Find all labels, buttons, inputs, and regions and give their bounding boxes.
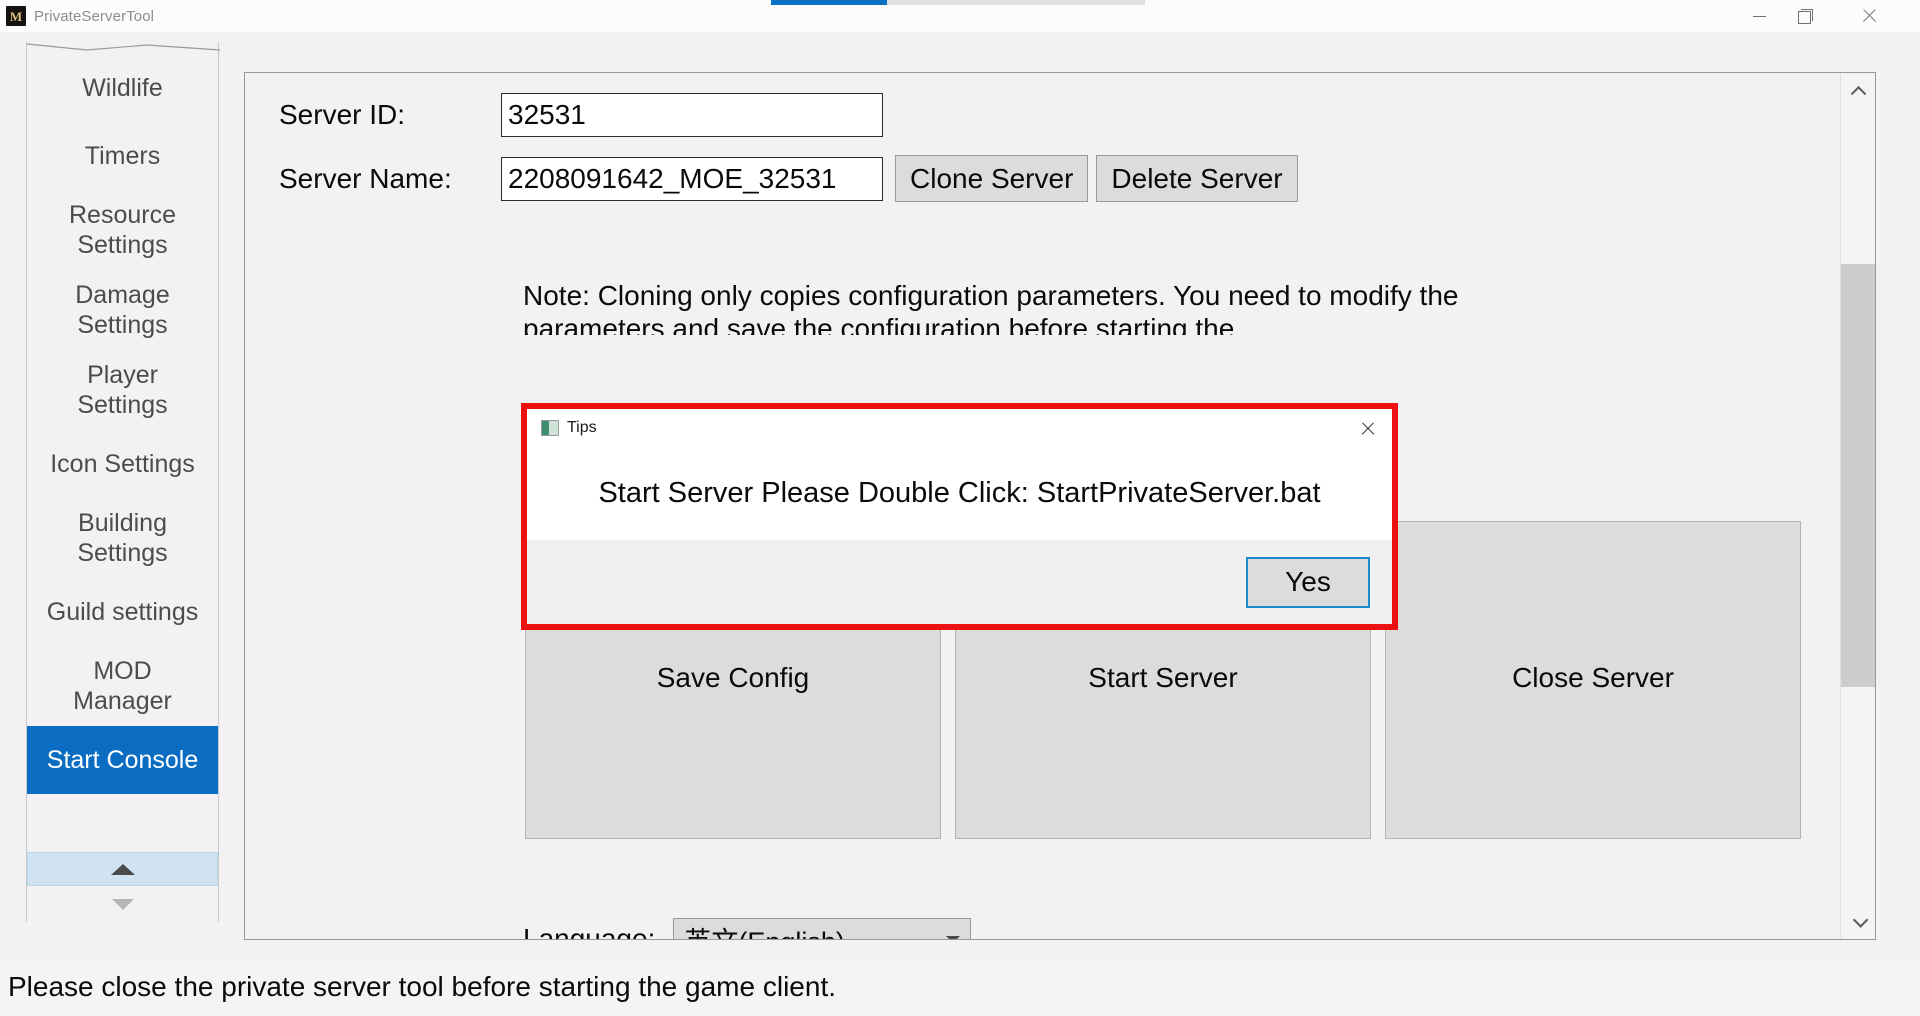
title-bar: M PrivateServerTool — [0, 0, 1920, 32]
delete-server-button[interactable]: Delete Server — [1096, 155, 1298, 202]
sidebar-item-icon-settings[interactable]: Icon Settings — [27, 430, 218, 498]
sidebar-top-edge — [27, 43, 220, 51]
sidebar-item-list: Wildlife Timers Resource Settings Damage Se… — [27, 54, 218, 884]
content-vertical-scrollbar[interactable] — [1840, 74, 1875, 938]
sidebar-item-timers[interactable]: Timers — [27, 122, 218, 190]
sidebar-item-player-settings[interactable]: Player Settings — [27, 350, 218, 430]
top-progress-fill — [771, 0, 887, 5]
language-row: Language: 英文(English) — [523, 918, 972, 940]
sidebar-item-wildlife[interactable]: Wildlife — [27, 54, 218, 122]
dialog-title-bar: Tips — [527, 409, 1392, 447]
tips-dialog: Tips Start Server Please Double Click: S… — [521, 403, 1398, 630]
server-id-label: Server ID: — [279, 99, 406, 130]
sidebar-item-label: Building Settings — [77, 508, 168, 568]
app-logo-icon: M — [6, 6, 26, 26]
close-server-button[interactable]: Close Server — [1385, 521, 1801, 839]
triangle-up-icon — [110, 863, 135, 875]
maximize-button[interactable] — [1782, 0, 1828, 32]
sidebar-item-label: Resource Settings — [69, 200, 176, 260]
sidebar-scroll-up-button[interactable] — [27, 852, 218, 886]
maximize-icon — [1797, 8, 1813, 24]
chevron-down-icon — [1852, 911, 1868, 928]
sidebar: Wildlife Timers Resource Settings Damage Se… — [26, 42, 220, 922]
scroll-down-button[interactable] — [1841, 908, 1875, 938]
server-name-label: Server Name: — [279, 162, 452, 194]
close-icon — [1861, 8, 1877, 24]
clone-server-button[interactable]: Clone Server — [895, 155, 1089, 202]
status-bar: Please close the private server tool bef… — [0, 958, 1920, 1016]
dialog-body: Start Server Please Double Click: StartP… — [527, 447, 1392, 540]
minimize-button[interactable] — [1736, 0, 1782, 32]
sidebar-item-damage-settings[interactable]: Damage Settings — [27, 270, 218, 350]
sidebar-item-start-console[interactable]: Start Console — [27, 726, 218, 794]
dialog-message: Start Server Please Double Click: StartP… — [598, 477, 1321, 509]
sidebar-item-label: Start Console — [46, 745, 199, 774]
server-name-row: Server Name: 2208091642_MOE_32531 Clone … — [279, 155, 1298, 202]
chevron-up-icon — [1850, 85, 1866, 102]
sidebar-item-mod-manager[interactable]: MOD Manager — [27, 646, 218, 726]
status-bar-text: Please close the private server tool bef… — [8, 971, 836, 1002]
language-selected-value: 英文(English) — [684, 920, 845, 940]
sidebar-item-label: Wildlife — [82, 73, 163, 102]
window-body: Wildlife Timers Resource Settings Damage Se… — [0, 32, 1920, 958]
language-label: Language: — [523, 923, 656, 939]
close-window-button[interactable] — [1846, 0, 1892, 32]
server-id-row: Server ID: 32531 — [279, 93, 883, 137]
sidebar-item-label: Icon Settings — [50, 449, 195, 478]
sidebar-item-label: Guild settings — [46, 597, 199, 626]
sidebar-item-label: Player Settings — [77, 360, 168, 420]
sidebar-item-guild-settings[interactable]: Guild settings — [27, 578, 218, 646]
triangle-down-icon — [111, 898, 134, 910]
sidebar-item-resource-settings[interactable]: Resource Settings — [27, 190, 218, 270]
dialog-title: Tips — [567, 419, 597, 436]
dialog-footer: Yes — [527, 540, 1392, 624]
app-title: PrivateServerTool — [34, 7, 155, 25]
chevron-down-icon — [946, 935, 961, 939]
server-id-input[interactable]: 32531 — [501, 93, 883, 137]
scrollbar-thumb[interactable] — [1841, 264, 1875, 688]
window-tip-icon — [541, 420, 559, 436]
server-name-input[interactable]: 2208091642_MOE_32531 — [501, 156, 883, 201]
sidebar-scroll-down-button[interactable] — [27, 888, 218, 920]
language-select[interactable]: 英文(English) — [673, 918, 972, 940]
sidebar-item-building-settings[interactable]: Building Settings — [27, 498, 218, 578]
top-progress-bar — [771, 0, 1145, 5]
close-icon — [1360, 421, 1375, 436]
scroll-up-button[interactable] — [1841, 74, 1875, 104]
dialog-yes-button[interactable]: Yes — [1246, 556, 1370, 608]
dialog-close-button[interactable] — [1352, 415, 1382, 441]
sidebar-item-label: MOD Manager — [73, 656, 172, 716]
sidebar-item-label: Timers — [84, 141, 161, 170]
clone-note-text: Note: Cloning only copies configuration … — [523, 280, 1459, 335]
sidebar-item-label: Damage Settings — [75, 280, 170, 340]
